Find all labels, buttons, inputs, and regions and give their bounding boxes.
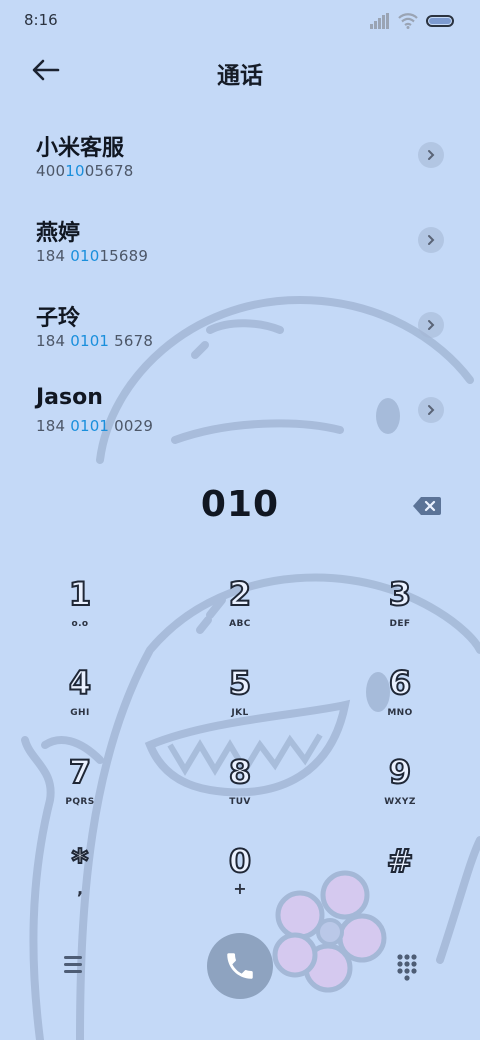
contact-number: 184 0101 0029 xyxy=(36,417,153,435)
key-2[interactable]: 2 ABC xyxy=(180,568,300,648)
contact-item[interactable]: 燕婷 184 01015689 xyxy=(0,197,480,282)
key-digit: 5 xyxy=(228,664,252,702)
battery-icon xyxy=(426,15,454,27)
contact-detail-button[interactable] xyxy=(418,312,444,338)
key-digit: 0 xyxy=(228,842,252,880)
number-part: 15689 xyxy=(99,247,149,265)
number-part: 05678 xyxy=(84,162,134,180)
key-letters: GHI xyxy=(70,708,90,718)
contact-detail-button[interactable] xyxy=(418,397,444,423)
key-letters: WXYZ xyxy=(384,797,416,807)
header: 通话 xyxy=(0,44,480,96)
contact-name: Jason xyxy=(36,385,103,410)
number-part: 184 xyxy=(36,417,71,435)
contact-item[interactable]: 子玲 184 0101 5678 xyxy=(0,282,480,367)
key-letters: o.o xyxy=(71,619,89,629)
key-8[interactable]: 8 TUV xyxy=(180,746,300,826)
key-digit: # xyxy=(386,842,415,880)
number-part: 184 xyxy=(36,332,71,350)
key-digit: 3 xyxy=(388,575,412,613)
key-digit: 6 xyxy=(388,664,412,702)
number-part: 184 xyxy=(36,247,71,265)
key-digit: 4 xyxy=(68,664,92,702)
key-digit: 9 xyxy=(388,753,412,791)
chevron-right-icon xyxy=(428,320,435,330)
chevron-right-icon xyxy=(428,150,435,160)
number-match: 0101 xyxy=(70,417,110,435)
key-6[interactable]: 6 MNO xyxy=(340,657,460,737)
key-digit: 8 xyxy=(228,753,252,791)
status-bar: 8:16 xyxy=(0,0,480,42)
key-3[interactable]: 3 DEF xyxy=(340,568,460,648)
number-part: 0029 xyxy=(109,417,154,435)
key-digit: 2 xyxy=(228,575,252,613)
chevron-right-icon xyxy=(428,235,435,245)
dialpad-toggle-button[interactable] xyxy=(394,952,420,982)
key-0[interactable]: 0 + xyxy=(180,835,300,915)
backspace-button[interactable] xyxy=(412,495,442,517)
contact-name: 小米客服 xyxy=(36,136,125,161)
menu-icon xyxy=(64,956,82,973)
contact-number: 184 01015689 xyxy=(36,247,148,265)
key-hash[interactable]: # xyxy=(340,835,460,915)
key-digit: 7 xyxy=(68,753,92,791)
key-letters: DEF xyxy=(389,619,411,629)
status-icons xyxy=(370,12,454,30)
contact-name: 子玲 xyxy=(36,306,81,331)
contact-list: 小米客服 4001005678 燕婷 184 01015689 子玲 184 0… xyxy=(0,112,480,462)
key-digit: 1 xyxy=(68,575,92,613)
backspace-icon xyxy=(413,497,441,515)
phone-icon xyxy=(227,953,253,979)
key-letters: TUV xyxy=(229,797,251,807)
key-1[interactable]: 1 o.o xyxy=(20,568,140,648)
page-title: 通话 xyxy=(217,63,263,89)
contact-detail-button[interactable] xyxy=(418,142,444,168)
key-letters: PQRS xyxy=(65,797,95,807)
contact-number: 4001005678 xyxy=(36,162,133,180)
contact-name: 燕婷 xyxy=(36,221,81,246)
key-5[interactable]: 5 JKL xyxy=(180,657,300,737)
key-digit: * xyxy=(71,842,90,880)
number-part: 400 xyxy=(36,162,66,180)
number-match: 0101 xyxy=(70,332,110,350)
key-7[interactable]: 7 PQRS xyxy=(20,746,140,826)
key-letters: + xyxy=(233,879,247,898)
key-letters: MNO xyxy=(387,708,413,718)
key-letters: JKL xyxy=(231,708,249,718)
dialed-number: 010 xyxy=(200,484,280,525)
key-star[interactable]: * , xyxy=(20,835,140,915)
chevron-right-icon xyxy=(428,405,435,415)
contact-item[interactable]: Jason 184 0101 0029 xyxy=(0,367,480,452)
number-match: 10 xyxy=(65,162,85,180)
signal-icon xyxy=(370,13,389,29)
key-4[interactable]: 4 GHI xyxy=(20,657,140,737)
contact-item[interactable]: 小米客服 4001005678 xyxy=(0,112,480,197)
status-time: 8:16 xyxy=(24,11,58,29)
menu-button[interactable] xyxy=(60,952,88,978)
call-button[interactable] xyxy=(207,933,273,999)
wifi-icon xyxy=(398,13,418,29)
number-match: 010 xyxy=(70,247,100,265)
key-letters: ABC xyxy=(229,619,251,629)
dialpad-icon xyxy=(397,954,417,981)
number-part: 5678 xyxy=(109,332,154,350)
key-9[interactable]: 9 WXYZ xyxy=(340,746,460,826)
key-letters: , xyxy=(76,879,84,898)
contact-detail-button[interactable] xyxy=(418,227,444,253)
contact-number: 184 0101 5678 xyxy=(36,332,153,350)
